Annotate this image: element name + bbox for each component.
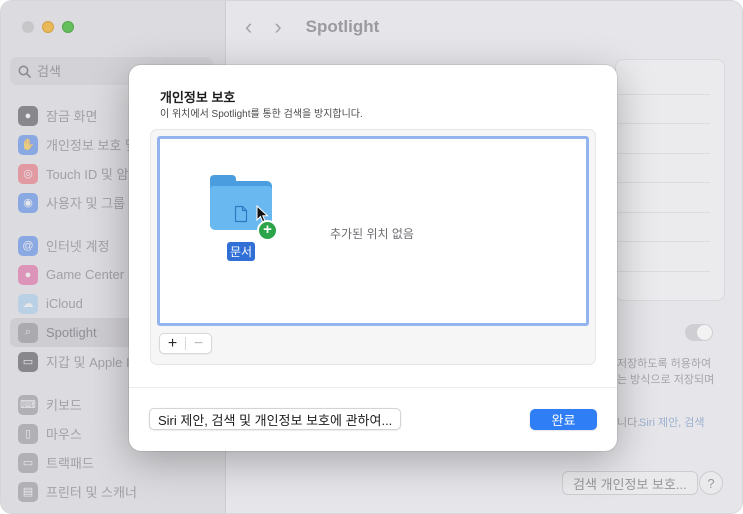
remove-location-button[interactable]: − [186,334,211,353]
drop-zone[interactable]: + 문서 추가된 위치 없음 [157,136,589,326]
sheet-title: 개인정보 보호 [160,90,236,105]
dragged-item-label: 문서 [227,242,256,261]
empty-list-message: 추가된 위치 없음 [330,227,414,241]
sheet-subtitle: 이 위치에서 Spotlight를 통한 검색을 방지합니다. [160,109,363,120]
privacy-sheet: 개인정보 보호 이 위치에서 Spotlight를 통한 검색을 방지합니다. … [129,65,617,451]
done-button[interactable]: 완료 [530,409,597,430]
about-privacy-button[interactable]: Siri 제안, 검색 및 개인정보 보호에 관하여... [149,408,402,430]
add-badge-icon: + [257,220,278,241]
divider [129,387,617,388]
document-icon [234,205,248,223]
system-settings-window: ●잠금 화면✋개인정보 보호 및◎Touch ID 및 암◉사용자 및 그룹@인… [0,0,743,514]
add-remove-control: + − [159,333,212,354]
add-location-button[interactable]: + [160,334,185,353]
